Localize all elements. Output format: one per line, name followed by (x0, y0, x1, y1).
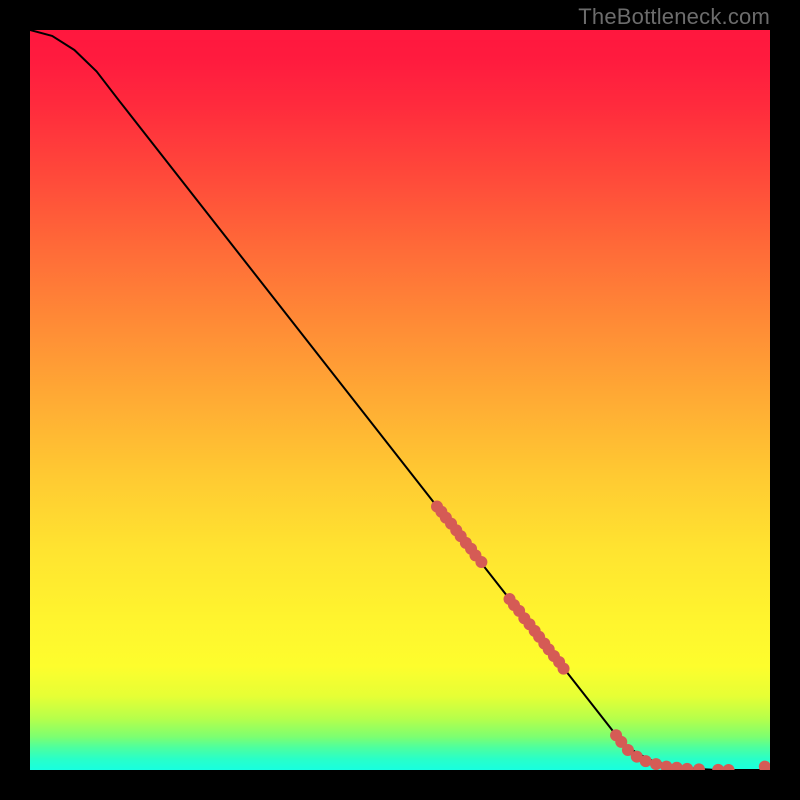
plot-svg (30, 30, 770, 770)
marker-dot (759, 761, 770, 770)
plot-area (30, 30, 770, 770)
marker-dot (723, 764, 735, 770)
marker-dot (671, 762, 683, 770)
marker-dot (660, 761, 672, 770)
marker-group (431, 501, 770, 770)
chart-stage: TheBottleneck.com (0, 0, 800, 800)
marker-dot (693, 763, 705, 770)
watermark-label: TheBottleneck.com (578, 4, 770, 30)
marker-dot (558, 663, 570, 675)
marker-dot (650, 758, 662, 770)
marker-dot (640, 755, 652, 767)
marker-dot (475, 556, 487, 568)
marker-dot (712, 764, 724, 770)
marker-dot (681, 763, 693, 770)
curve-line (30, 30, 764, 770)
